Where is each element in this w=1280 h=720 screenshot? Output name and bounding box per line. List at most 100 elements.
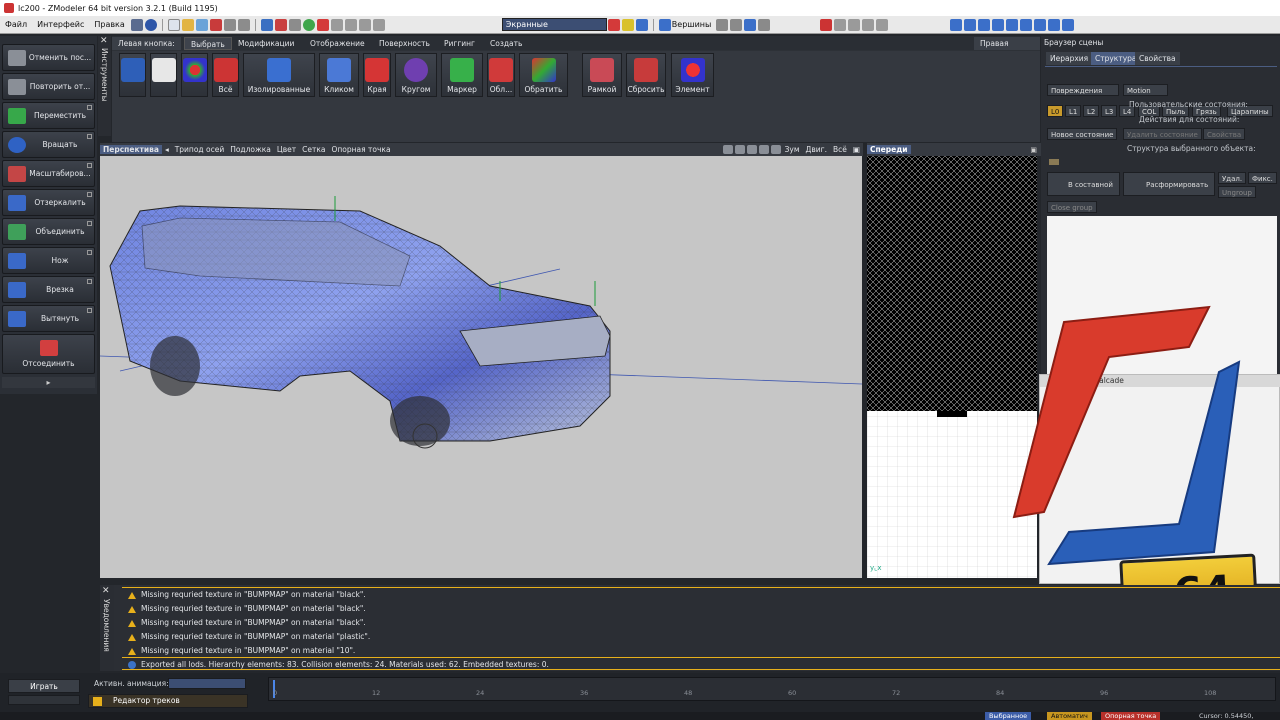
- material-icon[interactable]: [316, 18, 329, 31]
- folder-icon[interactable]: [1049, 159, 1059, 165]
- scale-button[interactable]: Масштабиров...: [2, 160, 95, 187]
- grid-icon[interactable]: [862, 18, 875, 31]
- close-icon[interactable]: ✕: [100, 36, 108, 46]
- status-selected[interactable]: Выбранное: [985, 712, 1032, 720]
- delete-state-button[interactable]: Удалить состояние: [1123, 128, 1202, 140]
- panels-icon[interactable]: [978, 18, 991, 31]
- move-mode-icon[interactable]: [274, 18, 287, 31]
- close-group-button[interactable]: Close group: [1047, 201, 1097, 213]
- textures-icon[interactable]: [1034, 18, 1047, 31]
- texture-mode-icon[interactable]: [746, 145, 757, 154]
- motion-dropdown[interactable]: Motion: [1123, 84, 1168, 96]
- to-composite-button[interactable]: В составной: [1047, 172, 1120, 196]
- light-mode-icon[interactable]: [758, 145, 769, 154]
- tab-modifications[interactable]: Модификации: [232, 37, 300, 50]
- shading-icon[interactable]: [1048, 18, 1061, 31]
- edges-mode-icon[interactable]: [716, 18, 729, 31]
- shading-mode-icon[interactable]: [722, 145, 733, 154]
- play-button[interactable]: Играть: [8, 679, 80, 693]
- detach-button[interactable]: Отсоединить: [2, 334, 95, 374]
- front-viewport-maximize-icon[interactable]: ▣: [1030, 146, 1037, 154]
- rotate-mode-icon[interactable]: [288, 18, 301, 31]
- menu-file[interactable]: Файл: [0, 20, 32, 29]
- undo-icon[interactable]: [223, 18, 236, 31]
- option-color[interactable]: Цвет: [274, 145, 299, 154]
- tab-rigging[interactable]: Риггинг: [438, 37, 481, 50]
- knife-button[interactable]: Нож: [2, 247, 95, 274]
- record-icon[interactable]: [820, 18, 833, 31]
- new-file-icon[interactable]: [167, 18, 180, 31]
- undo-button[interactable]: Отменить пос...: [2, 44, 95, 71]
- close-icon[interactable]: ✕: [102, 586, 110, 596]
- hierarchy-icon[interactable]: [344, 18, 357, 31]
- fullscreen-icon[interactable]: [1006, 18, 1019, 31]
- front-viewport-title[interactable]: Спереди: [867, 145, 911, 154]
- vertices-icon[interactable]: [658, 18, 671, 31]
- layout-icon[interactable]: [950, 18, 963, 31]
- active-anim-dropdown[interactable]: [168, 678, 246, 689]
- fix-button[interactable]: Фикс.: [1248, 172, 1277, 184]
- reset-selection-button[interactable]: Сбросить: [626, 53, 666, 97]
- lod-l0-button[interactable]: L0: [1047, 105, 1064, 117]
- viewport-title[interactable]: Перспектива: [100, 145, 162, 154]
- zoom-control[interactable]: Зум: [782, 145, 803, 154]
- viewports-icon[interactable]: [992, 18, 1005, 31]
- help-icon[interactable]: [144, 18, 157, 31]
- select-circle-button[interactable]: Кругом: [395, 53, 437, 97]
- axis-z-icon[interactable]: [635, 18, 648, 31]
- viewport-menu-arrow-icon[interactable]: ◂: [162, 145, 172, 154]
- tab-create[interactable]: Создать: [484, 37, 528, 50]
- wire-mode-icon[interactable]: [734, 145, 745, 154]
- lock-icon[interactable]: [834, 18, 847, 31]
- tools-vertical-tab[interactable]: ✕ Инструменты: [98, 36, 111, 136]
- snap-icon[interactable]: [302, 18, 315, 31]
- remove-button[interactable]: Удал.: [1218, 172, 1247, 184]
- select-click-button[interactable]: Кликом: [319, 53, 359, 97]
- track-editor-button[interactable]: Редактор треков: [113, 696, 180, 705]
- rotate-button[interactable]: Вращать: [2, 131, 95, 158]
- new-state-button[interactable]: Новое состояние: [1047, 128, 1118, 140]
- select-id-button[interactable]: [119, 53, 146, 97]
- select-materials-button[interactable]: [181, 53, 208, 97]
- tab-display[interactable]: Отображение: [304, 37, 371, 50]
- select-region-button[interactable]: Обл...: [487, 53, 515, 97]
- status-pivot[interactable]: Опорная точка: [1101, 712, 1161, 720]
- invert-selection-button[interactable]: Обратить: [519, 53, 568, 97]
- option-grid[interactable]: Сетка: [299, 145, 328, 154]
- move-button[interactable]: Переместить: [2, 102, 95, 129]
- options-icon[interactable]: [1062, 18, 1075, 31]
- damage-dropdown[interactable]: Повреждения: [1047, 84, 1119, 96]
- render-icon[interactable]: [358, 18, 371, 31]
- display-mode-dropdown[interactable]: Экранные: [501, 18, 607, 31]
- play-options[interactable]: [8, 695, 80, 705]
- tab-structure[interactable]: Структура: [1091, 52, 1141, 65]
- select-edges-button[interactable]: Края: [363, 53, 391, 97]
- delete-icon[interactable]: [209, 18, 222, 31]
- polygons-mode-icon[interactable]: [730, 18, 743, 31]
- vertices-label[interactable]: Вершины: [672, 20, 712, 29]
- timeline-track[interactable]: 0 12 24 36 48 60 72 84 96 108: [268, 677, 1276, 701]
- select-list-button[interactable]: [150, 53, 177, 97]
- camera-mode-icon[interactable]: [770, 145, 781, 154]
- tab-select[interactable]: Выбрать: [184, 37, 232, 50]
- settings-icon[interactable]: [130, 18, 143, 31]
- redo-button[interactable]: Повторить от...: [2, 73, 95, 100]
- lights-icon[interactable]: [1020, 18, 1033, 31]
- all-control[interactable]: Всё: [830, 145, 850, 154]
- lod-l2-button[interactable]: L2: [1083, 105, 1100, 117]
- select-marker-button[interactable]: Маркер: [441, 53, 483, 97]
- inset-button[interactable]: Врезка: [2, 276, 95, 303]
- camera-icon[interactable]: [372, 18, 385, 31]
- axis-y-icon[interactable]: [621, 18, 634, 31]
- open-folder-icon[interactable]: [181, 18, 194, 31]
- maximize-viewport-icon[interactable]: ▣: [850, 145, 863, 154]
- option-backdrop[interactable]: Подложка: [227, 145, 274, 154]
- tab-properties[interactable]: Свойства: [1135, 52, 1180, 65]
- select-box-button[interactable]: Рамкой: [582, 53, 622, 97]
- status-auto[interactable]: Автоматич: [1047, 712, 1092, 720]
- objects-mode-icon[interactable]: [744, 18, 757, 31]
- tools-expand-arrow-icon[interactable]: ▸: [2, 377, 95, 388]
- option-axis-tripod[interactable]: Трипод осей: [172, 145, 227, 154]
- notifications-vertical-tab[interactable]: ✕ Уведомления: [100, 585, 114, 671]
- save-icon[interactable]: [195, 18, 208, 31]
